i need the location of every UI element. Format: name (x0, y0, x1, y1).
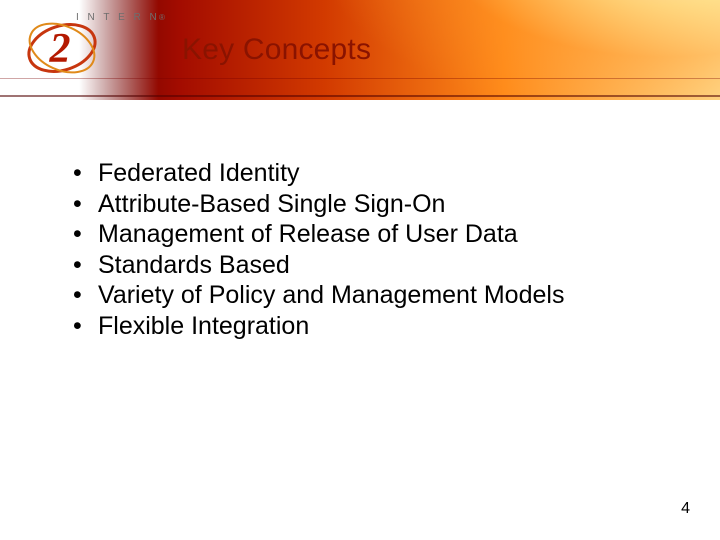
bullet-text: Attribute-Based Single Sign-On (98, 190, 445, 218)
header-underline (0, 95, 720, 97)
slide-body: Federated Identity Attribute-Based Singl… (70, 158, 670, 341)
slide-header: 2 I N T E R N E T ® Key Concepts (0, 0, 720, 100)
bullet-text: Variety of Policy and Management Models (98, 281, 564, 309)
svg-text:2: 2 (49, 26, 71, 72)
svg-text:I N T E R N E T: I N T E R N E T (76, 12, 166, 23)
bullet-text: Standards Based (98, 251, 290, 279)
bullet-list: Federated Identity Attribute-Based Singl… (70, 158, 670, 341)
slide-title: Key Concepts (182, 33, 371, 67)
list-item: Variety of Policy and Management Models (70, 280, 670, 311)
svg-text:®: ® (159, 13, 165, 22)
list-item: Flexible Integration (70, 311, 670, 342)
page-number: 4 (681, 500, 690, 518)
bullet-text: Management of Release of User Data (98, 220, 518, 248)
list-item: Attribute-Based Single Sign-On (70, 189, 670, 220)
internet2-logo: 2 I N T E R N E T ® (16, 4, 166, 84)
list-item: Federated Identity (70, 158, 670, 189)
list-item: Management of Release of User Data (70, 219, 670, 250)
list-item: Standards Based (70, 250, 670, 281)
bullet-text: Federated Identity (98, 159, 300, 187)
bullet-text: Flexible Integration (98, 312, 309, 340)
